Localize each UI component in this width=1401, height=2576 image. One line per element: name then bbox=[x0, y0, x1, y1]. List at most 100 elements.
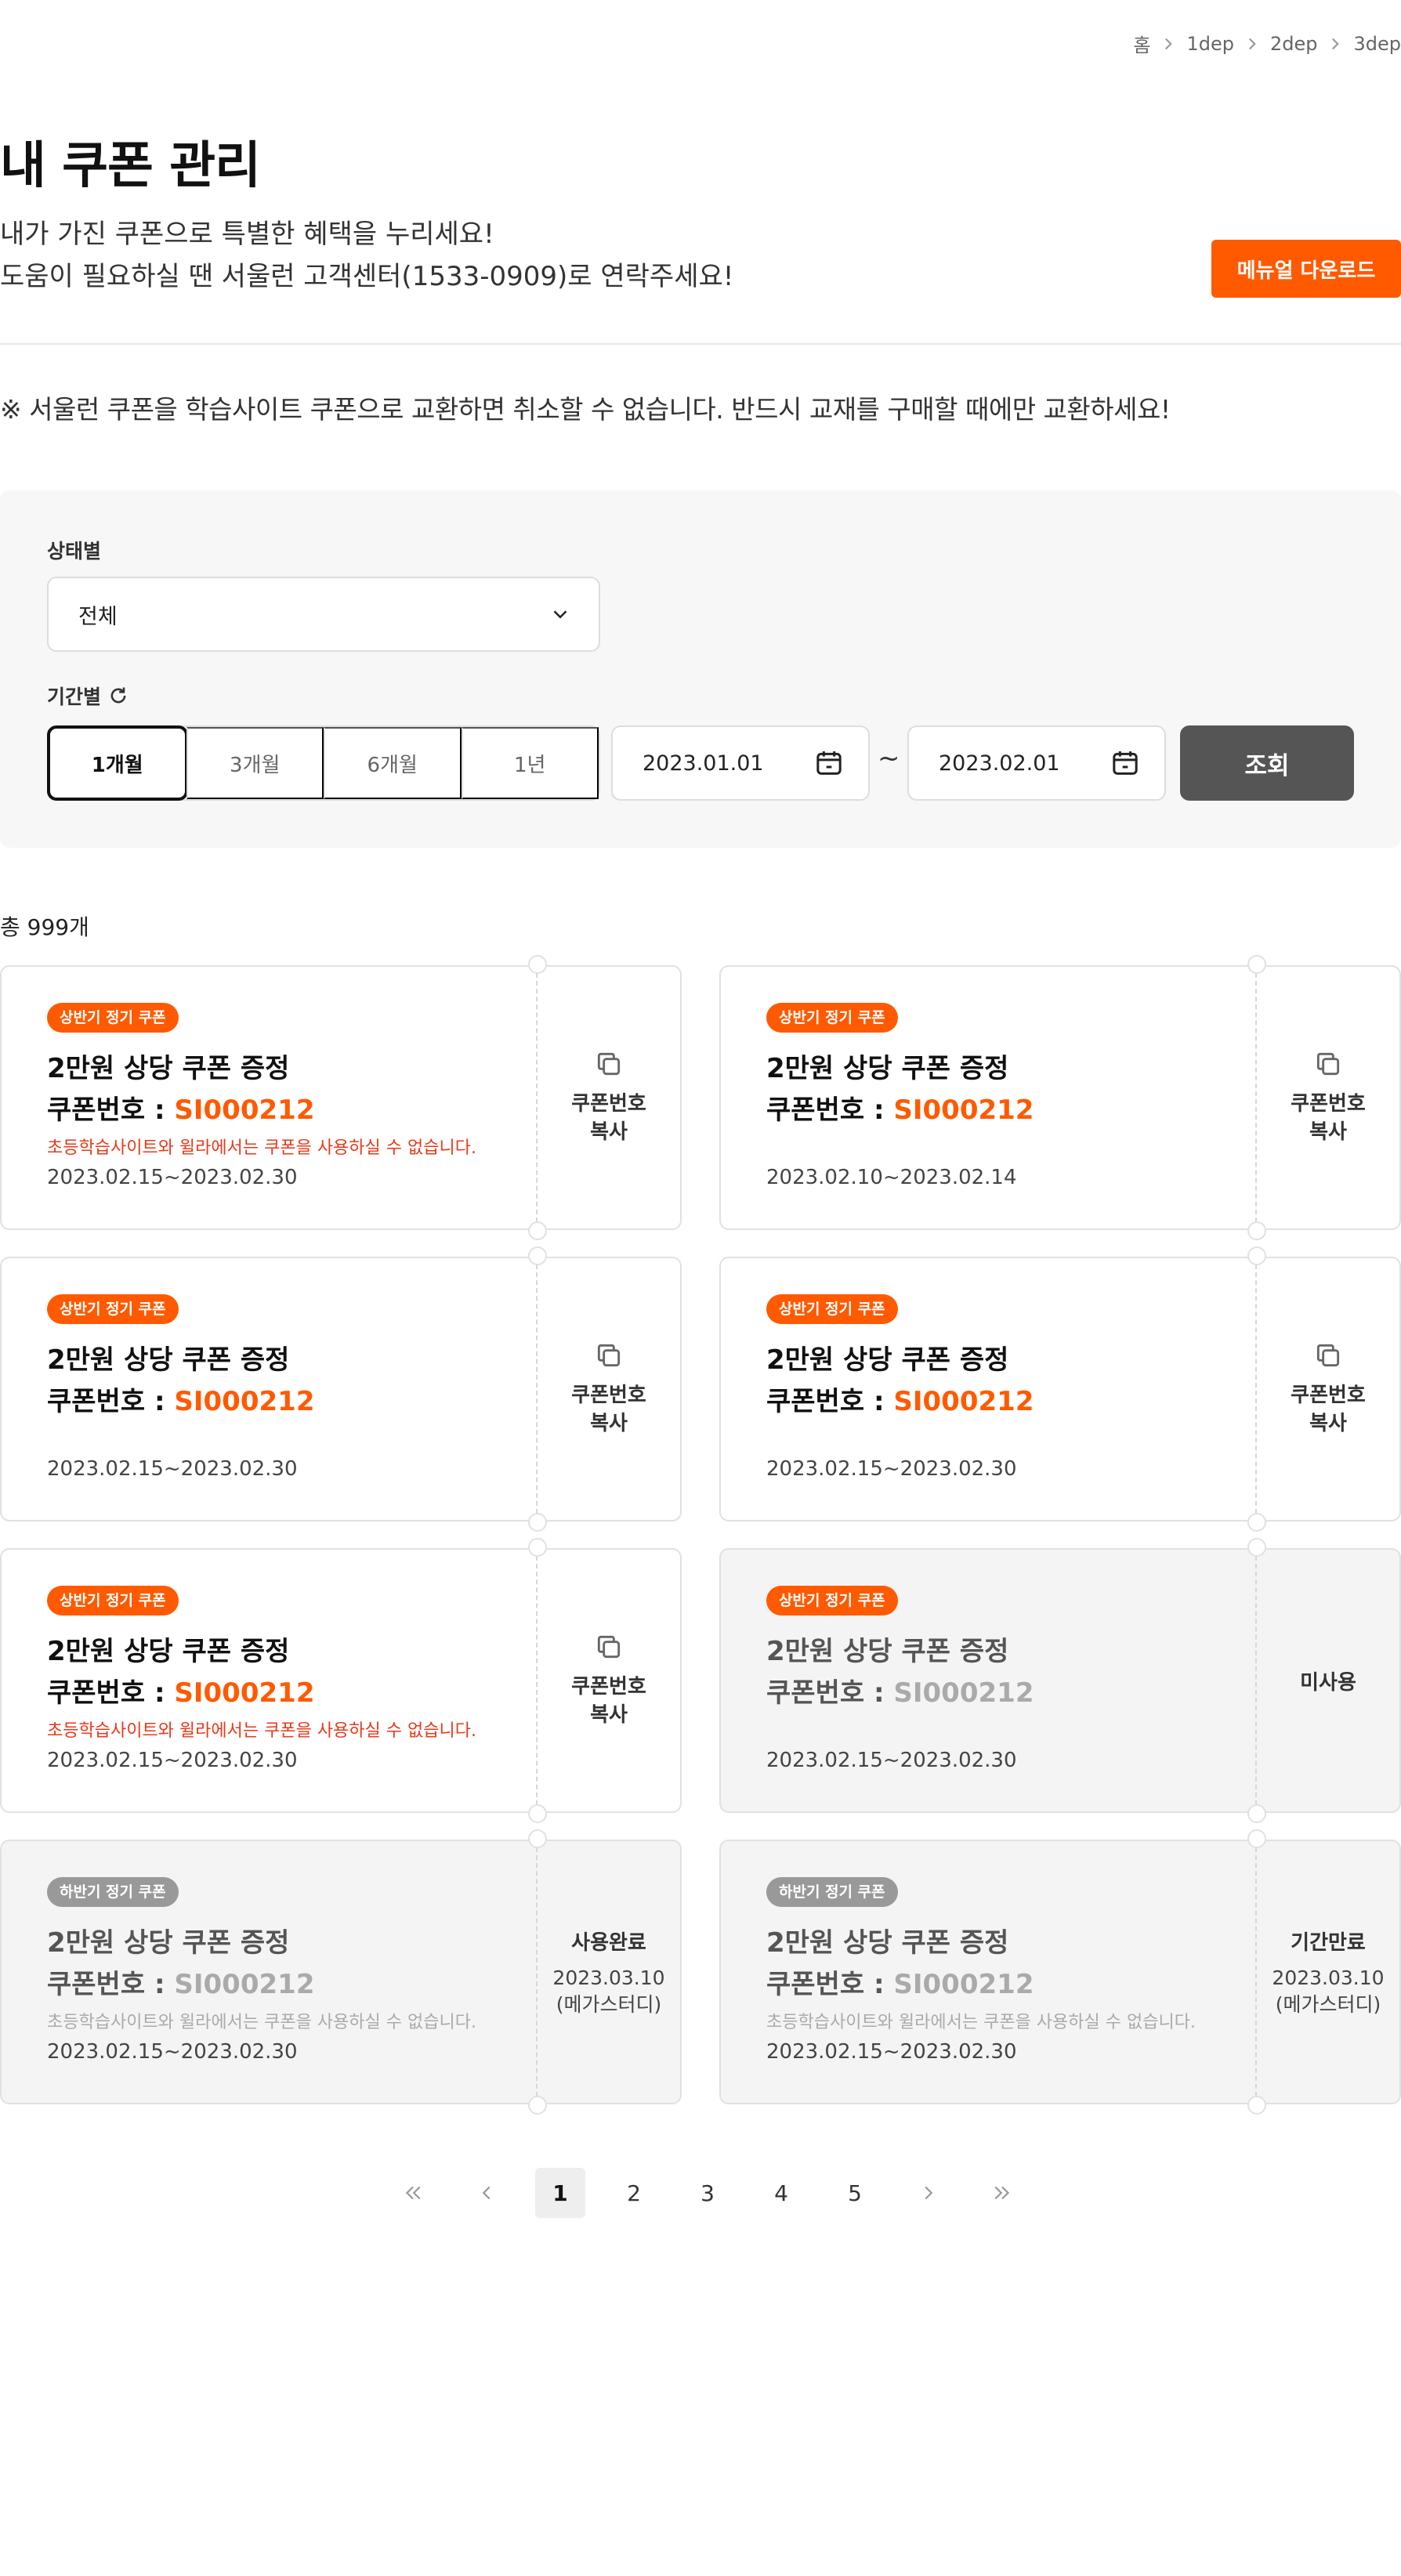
period-toggle-group: 1개월 3개월 6개월 1년 bbox=[47, 725, 600, 801]
ticket-notch bbox=[1247, 1829, 1266, 1848]
copy-icon bbox=[597, 1635, 621, 1659]
coupon-used-date: 2023.03.10 bbox=[1272, 1966, 1385, 1989]
page-number[interactable]: 2 bbox=[609, 2168, 659, 2218]
copy-label-line: 쿠폰번호 bbox=[1291, 1092, 1366, 1116]
start-date-field[interactable]: 2023.01.01 bbox=[611, 725, 870, 801]
breadcrumb-home[interactable]: 홈 bbox=[1133, 30, 1150, 57]
copy-coupon-button[interactable]: 쿠폰번호복사 bbox=[538, 965, 682, 1230]
coupon-warning: 초등학습사이트와 윌라에서는 쿠폰을 사용하실 수 없습니다. bbox=[47, 1721, 476, 1741]
breadcrumb-3dep[interactable]: 3dep bbox=[1353, 33, 1401, 55]
copy-label: 쿠폰번호복사 bbox=[571, 1381, 646, 1438]
coupon-body: 상반기 정기 쿠폰 2만원 상당 쿠폰 증정 쿠폰번호 : SI000212 초… bbox=[0, 1548, 538, 1813]
period-1year-button[interactable]: 1년 bbox=[461, 727, 599, 799]
status-filter-label: 상태별 bbox=[47, 540, 102, 563]
copy-label-line: 복사 bbox=[590, 1120, 628, 1144]
ticket-notch bbox=[528, 1513, 547, 1532]
coupon-status: 기간만료 2023.03.10 (메가스터디) bbox=[1257, 1840, 1401, 2104]
coupon-status-detail: 2023.03.10 (메가스터디) bbox=[1272, 1965, 1384, 2018]
copy-coupon-button[interactable]: 쿠폰번호 복사 bbox=[1257, 965, 1401, 1230]
coupon-title: 2만원 상당 쿠폰 증정 bbox=[766, 1053, 1009, 1084]
copy-label-line: 복사 bbox=[1309, 1412, 1347, 1435]
coupon-code-line: 쿠폰번호 : SI000212 bbox=[47, 1671, 314, 1709]
period-1month-button[interactable]: 1개월 bbox=[47, 725, 188, 801]
coupon-code-line: 쿠폰번호 : SI000212 bbox=[766, 1088, 1034, 1127]
copy-label-line: 쿠폰번호 bbox=[571, 1675, 646, 1699]
coupon-body: 상반기 정기 쿠폰 2만원 상당 쿠폰 증정 쿠폰번호 : SI000212 2… bbox=[719, 1257, 1257, 1521]
breadcrumb: 홈 1dep 2dep 3dep bbox=[1133, 30, 1401, 57]
coupon-code-label: 쿠폰번호 : bbox=[766, 1969, 894, 2000]
filter-panel: 상태별 전체 기간별 1개월 3개월 6개월 1년 2023.01.01 ~ 2… bbox=[0, 490, 1401, 848]
copy-coupon-button[interactable]: 쿠폰번호복사 bbox=[1257, 1257, 1401, 1521]
end-date-field[interactable]: 2023.02.01 bbox=[907, 725, 1166, 801]
coupon-card: 상반기 정기 쿠폰 2만원 상당 쿠폰 증정 쿠폰번호 : SI000212 2… bbox=[719, 1246, 1401, 1532]
coupon-code: SI000212 bbox=[174, 1677, 315, 1709]
copy-label: 쿠폰번호 복사 bbox=[571, 1673, 646, 1729]
coupon-code-label: 쿠폰번호 : bbox=[47, 1094, 175, 1126]
copy-coupon-button[interactable]: 쿠폰번호 복사 bbox=[538, 1548, 682, 1813]
breadcrumb-2dep[interactable]: 2dep bbox=[1270, 33, 1318, 55]
start-date-value: 2023.01.01 bbox=[643, 751, 764, 776]
page-intro: 내가 가진 쿠폰으로 특별한 혜택을 누리세요! 도움이 필요하실 땐 서울런 … bbox=[0, 213, 733, 298]
coupon-body: 상반기 정기 쿠폰 2만원 상당 쿠폰 증정 쿠폰번호 : SI000212 2… bbox=[719, 1548, 1257, 1813]
ticket-notch bbox=[528, 1221, 547, 1240]
search-button[interactable]: 조회 bbox=[1180, 725, 1354, 801]
copy-label: 쿠폰번호복사 bbox=[571, 1090, 646, 1146]
page-number[interactable]: 1 bbox=[535, 2168, 585, 2218]
copy-label-line: 쿠폰번호 bbox=[571, 1092, 646, 1116]
coupon-code: SI000212 bbox=[893, 1386, 1034, 1417]
coupon-body: 상반기 정기 쿠폰 2만원 상당 쿠폰 증정 쿠폰번호 : SI000212 초… bbox=[0, 965, 538, 1230]
coupon-card: 상반기 정기 쿠폰 2만원 상당 쿠폰 증정 쿠폰번호 : SI000212 초… bbox=[0, 1538, 682, 1823]
copy-label: 쿠폰번호 복사 bbox=[1291, 1090, 1366, 1146]
ticket-notch bbox=[528, 1246, 547, 1265]
coupon-code-label: 쿠폰번호 : bbox=[766, 1094, 894, 1126]
date-range-separator: ~ bbox=[878, 743, 900, 774]
first-page-button[interactable] bbox=[388, 2168, 438, 2218]
coupon-warning: 초등학습사이트와 윌라에서는 쿠폰을 사용하실 수 없습니다. bbox=[766, 2013, 1196, 2032]
chevron-right-icon bbox=[1332, 38, 1340, 49]
coupon-date: 2023.02.15~2023.02.30 bbox=[47, 1166, 298, 1189]
page-number[interactable]: 5 bbox=[830, 2168, 880, 2218]
coupon-body: 하반기 정기 쿠폰 2만원 상당 쿠폰 증정 쿠폰번호 : SI000212 초… bbox=[0, 1840, 538, 2104]
refresh-icon[interactable] bbox=[107, 685, 129, 707]
copy-coupon-button[interactable]: 쿠폰번호복사 bbox=[538, 1257, 682, 1521]
chevron-down-icon bbox=[553, 610, 567, 619]
last-page-button[interactable] bbox=[977, 2168, 1027, 2218]
period-3month-button[interactable]: 3개월 bbox=[186, 727, 324, 799]
status-select[interactable]: 전체 bbox=[47, 577, 600, 652]
period-6month-button[interactable]: 6개월 bbox=[324, 727, 462, 799]
total-count: 총 999개 bbox=[0, 914, 89, 940]
prev-page-button[interactable] bbox=[462, 2168, 512, 2218]
ticket-notch bbox=[1247, 955, 1266, 974]
next-page-button[interactable] bbox=[903, 2168, 954, 2218]
manual-download-button[interactable]: 메뉴얼 다운로드 bbox=[1211, 240, 1401, 298]
chevron-right-icon bbox=[925, 2186, 933, 2200]
breadcrumb-1dep[interactable]: 1dep bbox=[1186, 33, 1234, 55]
coupon-title: 2만원 상당 쿠폰 증정 bbox=[47, 1927, 290, 1959]
coupon-title: 2만원 상당 쿠폰 증정 bbox=[47, 1053, 290, 1084]
coupon-badge: 상반기 정기 쿠폰 bbox=[766, 1586, 898, 1615]
copy-label-line: 쿠폰번호 bbox=[1291, 1384, 1366, 1407]
chevron-left-icon bbox=[482, 2186, 491, 2200]
copy-label-line: 쿠폰번호 bbox=[571, 1384, 646, 1407]
coupon-code: SI000212 bbox=[893, 1094, 1034, 1126]
page-number[interactable]: 3 bbox=[682, 2168, 733, 2218]
coupon-card: 하반기 정기 쿠폰 2만원 상당 쿠폰 증정 쿠폰번호 : SI000212 초… bbox=[0, 1829, 682, 2115]
coupon-code-line: 쿠폰번호 : SI000212 bbox=[47, 1380, 314, 1418]
pagination: 1 2 3 4 5 bbox=[376, 2168, 1039, 2218]
coupon-status-label: 미사용 bbox=[1300, 1670, 1356, 1695]
copy-label: 쿠폰번호복사 bbox=[1291, 1381, 1366, 1438]
coupon-used-date: 2023.03.10 bbox=[552, 1966, 665, 1989]
coupon-code: SI000212 bbox=[174, 1969, 315, 2000]
coupon-warning: 초등학습사이트와 윌라에서는 쿠폰을 사용하실 수 없습니다. bbox=[47, 1138, 476, 1158]
coupon-badge: 상반기 정기 쿠폰 bbox=[766, 1294, 898, 1324]
ticket-notch bbox=[1247, 1513, 1266, 1532]
coupon-badge: 상반기 정기 쿠폰 bbox=[47, 1294, 179, 1324]
copy-label-line: 복사 bbox=[590, 1412, 628, 1435]
copy-icon bbox=[597, 1052, 621, 1076]
coupon-date: 2023.02.15~2023.02.30 bbox=[766, 2040, 1017, 2064]
ticket-notch bbox=[1247, 1538, 1266, 1557]
coupon-title: 2만원 상당 쿠폰 증정 bbox=[766, 1344, 1009, 1376]
chevron-right-icon bbox=[1165, 38, 1173, 49]
coupon-card: 상반기 정기 쿠폰 2만원 상당 쿠폰 증정 쿠폰번호 : SI000212 초… bbox=[0, 955, 682, 1240]
page-number[interactable]: 4 bbox=[756, 2168, 806, 2218]
